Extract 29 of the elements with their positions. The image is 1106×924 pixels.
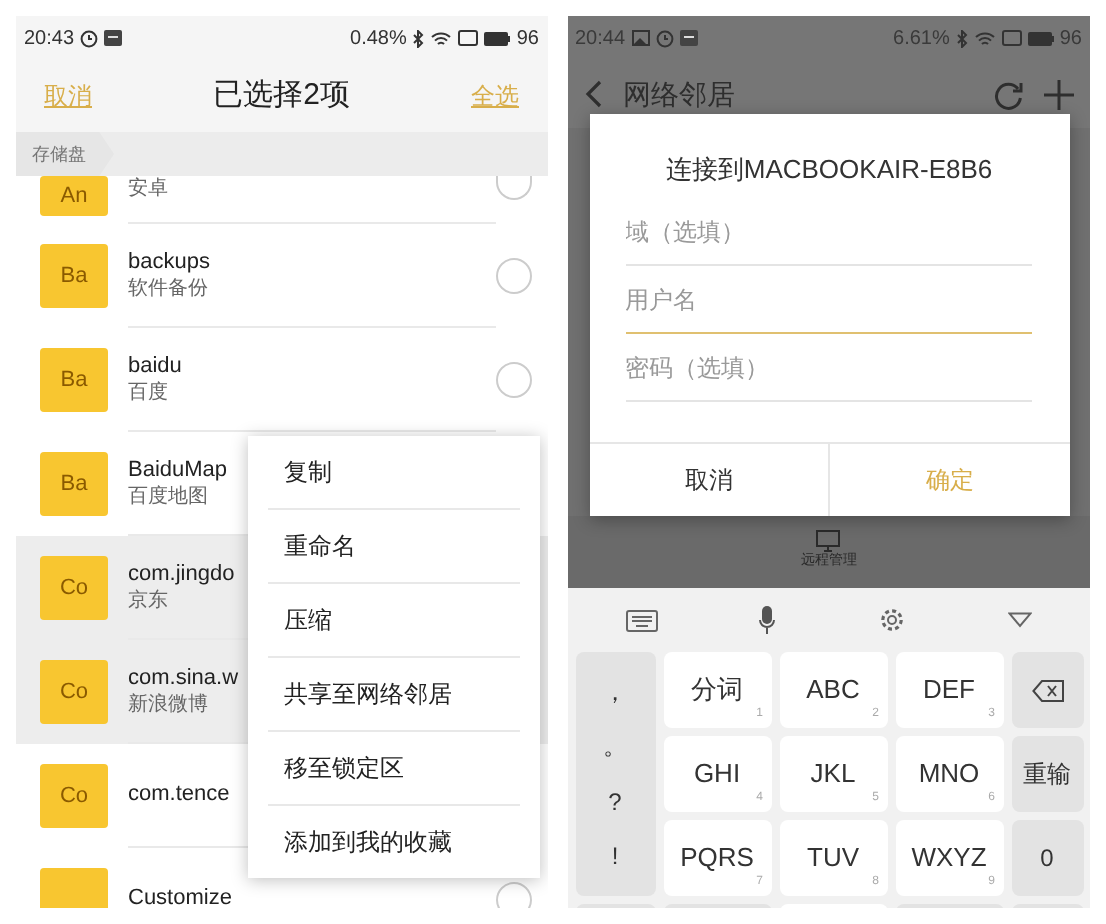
folder-subtitle: 百度地图 — [128, 484, 208, 511]
status-time: 20:43 — [24, 25, 75, 53]
folder-name: Customize — [128, 884, 232, 908]
folder-label: Co — [59, 781, 89, 812]
folder-name: BaiduMap — [128, 455, 228, 485]
folder-subtitle: 京东 — [128, 588, 168, 615]
folder-name: backups — [128, 247, 210, 277]
folder-label: An — [60, 181, 88, 212]
folder-label: Ba — [60, 469, 88, 500]
folder-subtitle: 软件备份 — [128, 276, 208, 303]
dialog-title: 连接到MACBOOKAIR-E8B6 — [663, 152, 995, 188]
folder-name: com.jingdo — [128, 559, 235, 589]
battery-level: 96 — [1059, 25, 1082, 53]
folder-subtitle: 新浪微博 — [128, 692, 208, 719]
folder-label: Ba — [60, 261, 88, 292]
folder-name: com.tence — [128, 780, 230, 810]
folder-subtitle: 安卓 — [128, 176, 168, 202]
network-speed: 0.48% — [350, 25, 407, 53]
folder-label: Co — [59, 677, 89, 708]
screen-title: 网络邻居 — [623, 75, 737, 113]
battery-level: 96 — [516, 25, 539, 53]
folder-label: Co — [59, 573, 89, 604]
network-speed: 6.61% — [893, 25, 950, 53]
screen-title: 已选择2项 — [213, 75, 350, 116]
folder-label: Ba — [60, 365, 88, 396]
status-time: 20:44 — [575, 25, 626, 53]
folder-name: com.sina.w — [128, 663, 239, 693]
folder-subtitle: 百度 — [128, 380, 168, 407]
folder-name: baidu — [128, 351, 182, 381]
